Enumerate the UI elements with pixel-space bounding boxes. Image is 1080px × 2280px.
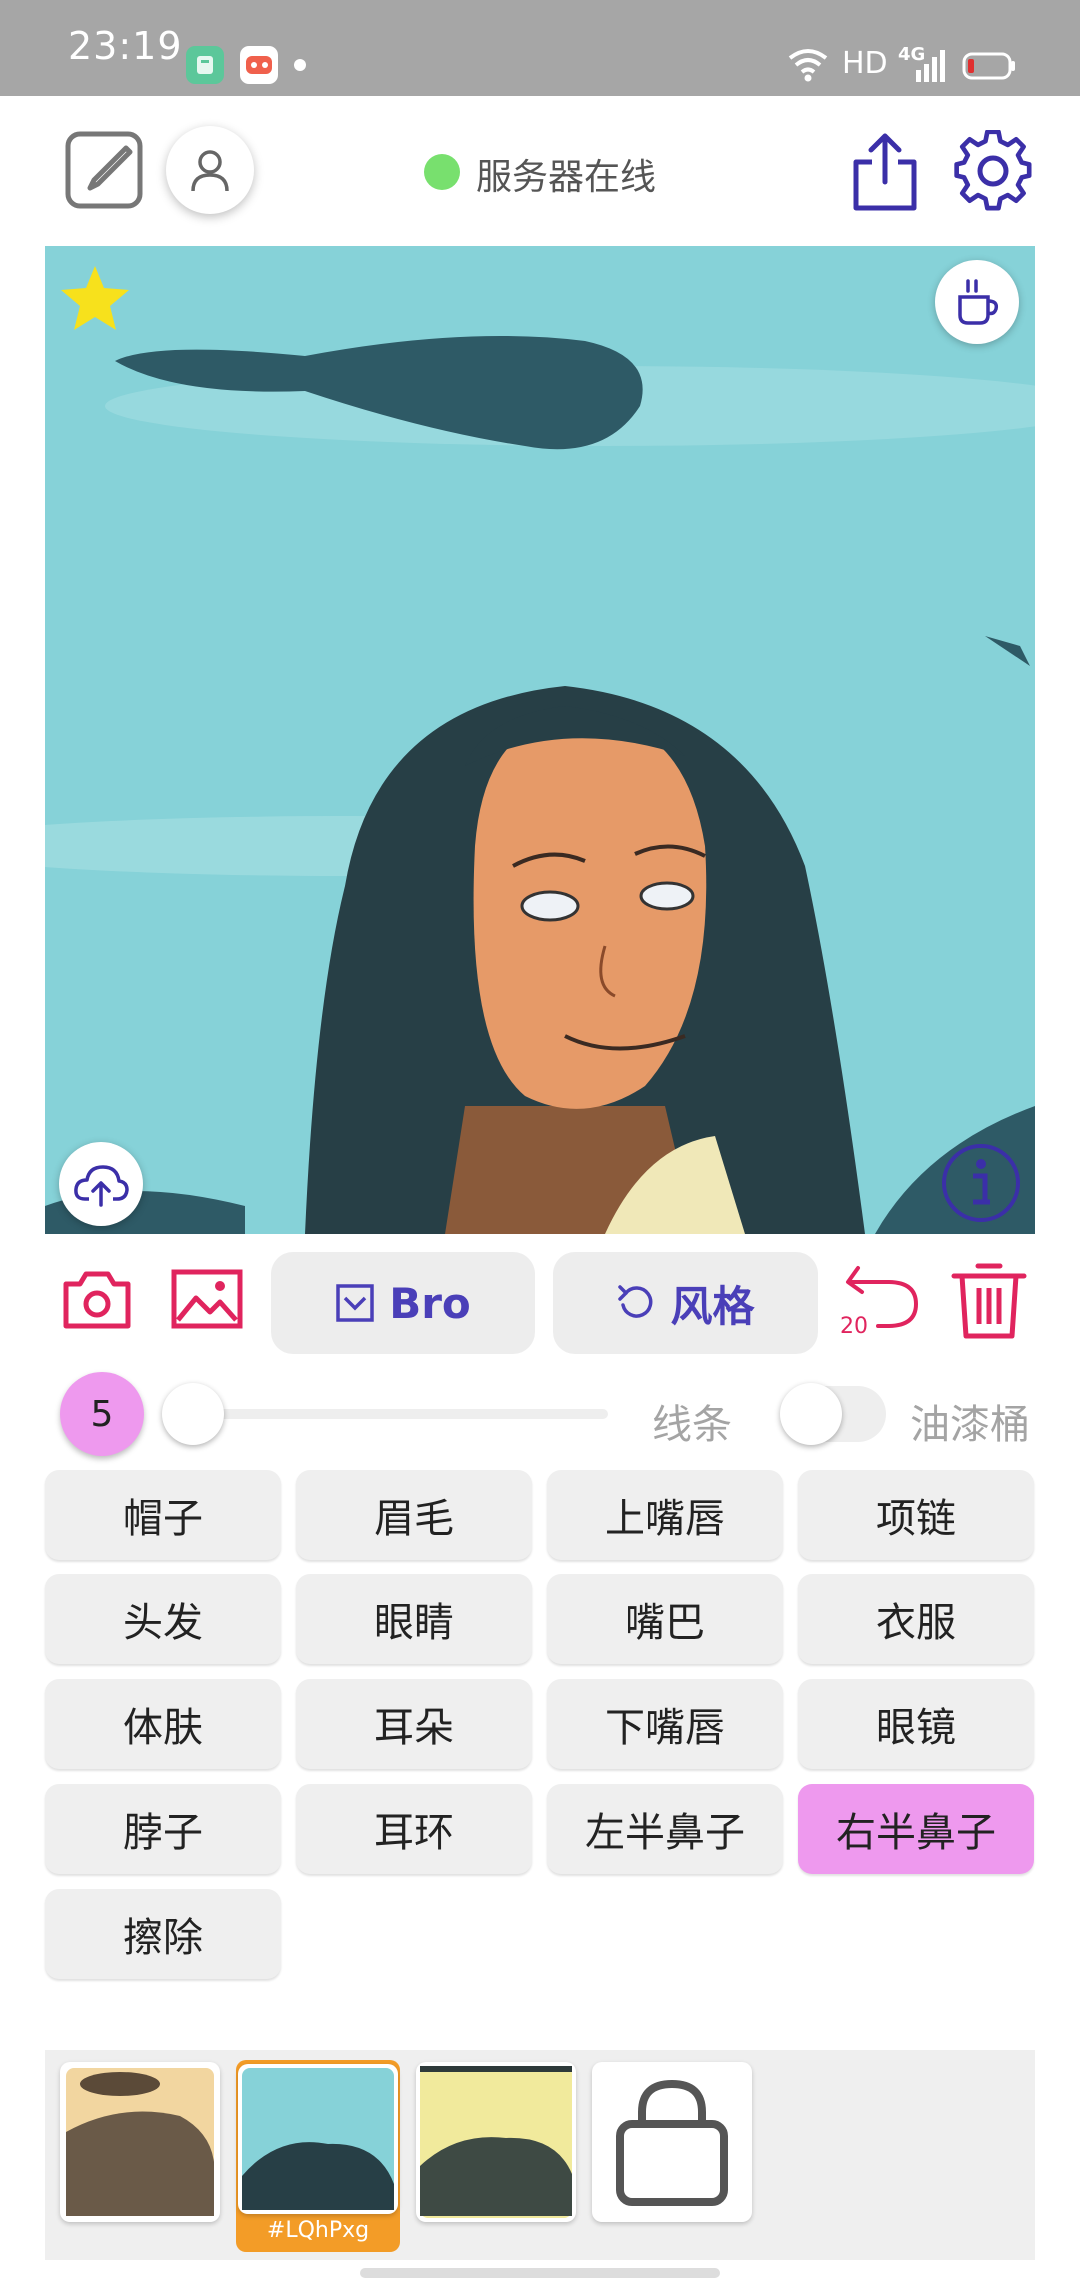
part-eyes[interactable]: 眼睛 [296,1574,532,1664]
part-hat[interactable]: 帽子 [45,1470,281,1560]
drawing-canvas[interactable] [45,246,1035,1234]
info-icon[interactable] [940,1142,1022,1224]
home-indicator[interactable] [360,2268,720,2278]
server-status-text: 服务器在线 [476,157,657,198]
part-ears[interactable]: 耳朵 [296,1679,532,1769]
gallery-thumb-selected[interactable] [238,2064,398,2214]
app-icon-green [186,46,224,84]
brush-size-badge: 5 [60,1372,144,1456]
edit-icon[interactable] [64,130,144,210]
slider-thumb[interactable] [162,1383,224,1445]
part-right-nose[interactable]: 右半鼻子 [798,1784,1034,1874]
hd-label: HD [842,46,888,81]
line-label: 线条 [652,1402,732,1448]
app-icon-game [240,46,278,84]
part-earrings[interactable]: 耳环 [296,1784,532,1874]
cloud-upload-button[interactable] [59,1142,143,1226]
part-neck[interactable]: 脖子 [45,1784,281,1874]
part-clothes[interactable]: 衣服 [798,1574,1034,1664]
gallery-thumb[interactable] [416,2062,576,2222]
part-lower-lip[interactable]: 下嘴唇 [547,1679,783,1769]
brush-size-slider[interactable] [190,1409,608,1419]
gallery-add-slot[interactable] [592,2062,752,2222]
part-mouth[interactable]: 嘴巴 [547,1574,783,1664]
clock: 23:19 [68,24,183,68]
user-button[interactable] [166,126,254,214]
part-left-nose[interactable]: 左半鼻子 [547,1784,783,1874]
bag-icon [616,2079,728,2206]
style-label: 风格 [670,1281,755,1331]
part-necklace[interactable]: 项链 [798,1470,1034,1560]
status-bar: 23:19 HD 4G [0,0,1080,96]
server-status-dot [424,154,460,190]
share-icon[interactable] [844,130,926,212]
thumb-image [420,2066,572,2218]
part-upper-lip[interactable]: 上嘴唇 [547,1470,783,1560]
part-skin[interactable]: 体肤 [45,1679,281,1769]
signal-icon [916,50,945,82]
part-hair[interactable]: 头发 [45,1574,281,1664]
user-icon [191,150,229,192]
bucket-label: 油漆桶 [910,1402,1030,1448]
cloud-upload-icon [74,1165,129,1207]
gear-icon[interactable] [952,130,1034,212]
camera-icon[interactable] [60,1262,134,1336]
thumb-image [242,2068,394,2210]
undo-count: 20 [840,1314,868,1339]
image-icon[interactable] [170,1262,244,1336]
refresh-icon [618,1285,653,1318]
trash-icon[interactable] [948,1260,1030,1342]
battery-icon [962,52,1015,80]
part-glasses[interactable]: 眼镜 [798,1679,1034,1769]
selected-tag: #LQhPxg [266,2218,370,2243]
bro-button[interactable]: Bro [271,1252,535,1354]
part-eyebrows[interactable]: 眉毛 [296,1470,532,1560]
thumb-image [66,2068,214,2216]
coffee-icon [958,279,999,325]
bro-label: Bro [389,1278,471,1328]
cartoon-image [45,246,1035,1234]
wifi-icon [788,49,828,82]
notification-dot [294,59,306,71]
style-button[interactable]: 风格 [553,1252,818,1354]
part-erase[interactable]: 擦除 [45,1889,281,1979]
toggle-thumb[interactable] [780,1383,842,1445]
star-icon[interactable] [59,264,131,332]
gallery-thumb[interactable] [60,2062,220,2222]
coffee-button[interactable] [935,260,1019,344]
checkbox-icon [336,1284,374,1322]
